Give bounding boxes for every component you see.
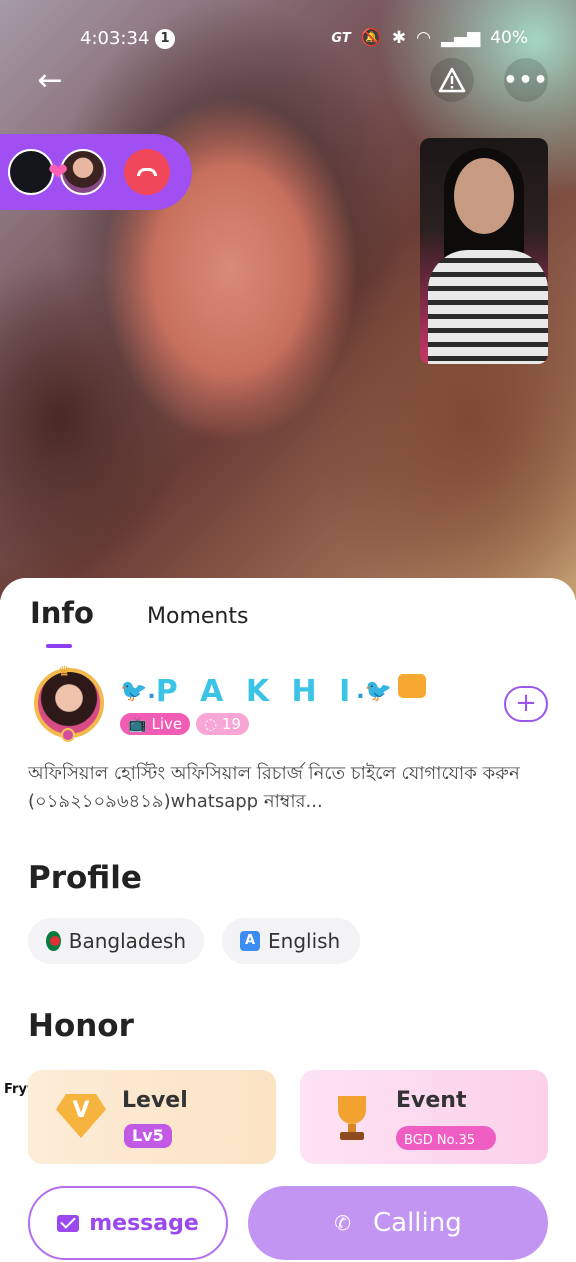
- profile-heading: Profile: [28, 860, 142, 896]
- live-badge: 📺 Live: [120, 713, 191, 735]
- battery-text: 40%: [490, 28, 528, 48]
- warning-icon: [438, 67, 466, 93]
- calling-button[interactable]: ✆ Calling: [248, 1186, 548, 1260]
- hearts-icon: ❤: [48, 158, 69, 186]
- call-status-pill: ❤: [0, 134, 192, 210]
- tab-info[interactable]: Info: [30, 596, 94, 630]
- mute-icon: 🔕: [360, 28, 382, 48]
- gem-icon: [61, 728, 75, 742]
- signal-icon: ▂▄▆: [440, 28, 481, 48]
- follow-button[interactable]: +: [504, 686, 548, 722]
- message-button[interactable]: message: [28, 1186, 228, 1260]
- notification-badge: 1: [155, 29, 175, 49]
- level-label: Level: [122, 1088, 188, 1113]
- back-button[interactable]: ←: [28, 58, 72, 102]
- bird-icon: 🐦.: [120, 679, 156, 704]
- bird-icon: .🐦: [356, 679, 392, 704]
- mail-icon: [57, 1214, 80, 1232]
- fans-badge: ◌ 19: [196, 713, 249, 735]
- level-v-icon: V: [56, 1094, 106, 1138]
- wifi-icon: ◠: [416, 28, 431, 48]
- profile-sheet: Info Moments ♛ 🐦. P A K H I .🐦 📺 Live ◌ …: [0, 578, 576, 1262]
- honor-heading: Honor: [28, 1008, 134, 1044]
- crown-icon: ♛: [58, 664, 71, 680]
- local-video-preview[interactable]: [420, 138, 548, 364]
- event-card[interactable]: Event BGD No.35: [300, 1070, 548, 1164]
- status-icons: GT 🔕 ✱ ◠ ▂▄▆ 40%: [331, 28, 528, 48]
- tv-icon: 📺: [128, 715, 147, 733]
- hangup-button[interactable]: [124, 149, 171, 195]
- bangladesh-flag-icon: [46, 931, 61, 951]
- live-label: Live: [151, 715, 183, 733]
- message-label: message: [89, 1210, 199, 1236]
- bluetooth-icon: ✱: [391, 28, 407, 48]
- hangup-phone-icon: [137, 168, 158, 176]
- country-label: Bangladesh: [68, 929, 186, 953]
- plus-icon: +: [515, 688, 537, 718]
- language-icon: A: [240, 931, 260, 951]
- active-tab-indicator: [46, 644, 72, 648]
- username-text: P A K H I: [155, 674, 357, 709]
- verified-badge-icon: [398, 673, 426, 698]
- language-chip: A English: [222, 918, 360, 964]
- event-badge: BGD No.35: [396, 1126, 496, 1150]
- tab-moments[interactable]: Moments: [147, 604, 248, 629]
- calling-label: Calling: [373, 1208, 462, 1238]
- carrier-tag: GT: [331, 30, 351, 46]
- more-button[interactable]: •••: [503, 58, 549, 102]
- preview-face: [454, 158, 514, 234]
- status-time: 4:03:34: [80, 28, 150, 49]
- chat-icon: ◌: [204, 715, 218, 733]
- phone-icon: ✆: [334, 1211, 351, 1235]
- username: 🐦. P A K H I .🐦: [120, 673, 426, 709]
- report-button[interactable]: [430, 58, 474, 102]
- more-dots-icon: •••: [503, 67, 549, 93]
- level-card[interactable]: V Level Lv5: [28, 1070, 276, 1164]
- arrow-left-icon: ←: [37, 62, 63, 98]
- language-label: English: [268, 929, 341, 953]
- preview-shirt: [428, 250, 548, 364]
- user-bio[interactable]: অফিসিয়াল হোস্টিং অফিসিয়াল রিচার্জ নিতে…: [28, 760, 548, 816]
- status-bar: 4:03:34 1 GT 🔕 ✱ ◠ ▂▄▆ 40%: [0, 24, 576, 56]
- country-chip: Bangladesh: [28, 918, 204, 964]
- trophy-icon: [330, 1096, 374, 1142]
- level-badge: Lv5: [124, 1124, 172, 1148]
- event-label: Event: [396, 1088, 467, 1113]
- fans-count: 19: [221, 715, 241, 733]
